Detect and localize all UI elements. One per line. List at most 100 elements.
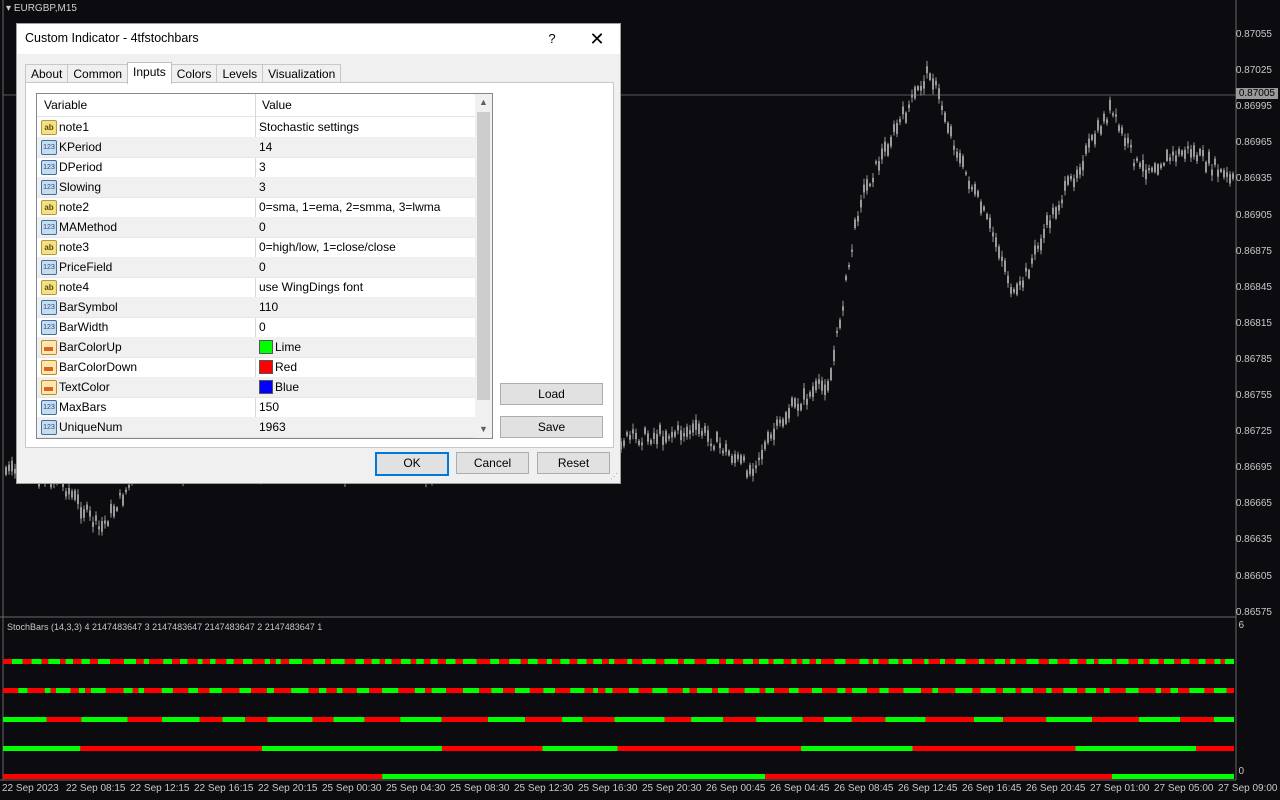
input-row-note2[interactable]: ab note2 0=sma, 1=ema, 2=smma, 3=lwma: [37, 197, 475, 218]
input-value[interactable]: 150: [259, 397, 279, 417]
price-tick-label: 0.86845: [1235, 281, 1272, 293]
input-value[interactable]: 1963: [259, 417, 286, 437]
input-name: MaxBars: [59, 400, 107, 414]
stochbar-segment: [302, 659, 314, 664]
input-value[interactable]: 110: [259, 297, 278, 317]
input-row-uniquenum[interactable]: 123 UniqueNum 1963: [37, 417, 475, 438]
resize-grip-icon[interactable]: ⋰: [610, 472, 618, 481]
stochbar-segment: [60, 659, 66, 664]
input-value[interactable]: Stochastic settings: [259, 117, 359, 137]
candle-body: [11, 460, 13, 472]
candle-body: [896, 122, 898, 134]
candle-body: [923, 81, 925, 89]
stochbar-segment: [823, 717, 852, 722]
stochbar-segment: [1180, 717, 1214, 722]
scroll-down-icon[interactable]: ▼: [475, 421, 492, 438]
stochbar-segment: [719, 659, 726, 664]
stochbar-segment: [423, 659, 431, 664]
input-row-barcolordown[interactable]: BarColorDown Red: [37, 357, 475, 378]
color-swatch[interactable]: [259, 380, 273, 394]
reset-button[interactable]: Reset: [537, 452, 610, 474]
stochbar-segment: [291, 688, 309, 693]
input-row-mamethod[interactable]: 123 MAMethod 0: [37, 217, 475, 238]
input-row-textcolor[interactable]: TextColor Blue: [37, 377, 475, 398]
tab-inputs[interactable]: Inputs: [127, 62, 172, 84]
candle-body: [695, 419, 697, 430]
candle-body: [77, 494, 79, 505]
color-swatch[interactable]: [259, 340, 273, 354]
input-row-note4[interactable]: ab note4 use WingDings font: [37, 277, 475, 298]
scroll-up-icon[interactable]: ▲: [475, 94, 492, 111]
column-header-variable[interactable]: Variable: [37, 94, 87, 116]
string-type-icon: ab: [41, 120, 57, 135]
input-value[interactable]: 0=high/low, 1=close/close: [259, 237, 396, 257]
stochbar-segment: [1086, 659, 1095, 664]
string-type-icon: ab: [41, 280, 57, 295]
input-row-barcolorup[interactable]: BarColorUp Lime: [37, 337, 475, 358]
load-button[interactable]: Load: [500, 383, 603, 405]
tab-about[interactable]: About: [25, 64, 69, 83]
candle-body: [941, 105, 943, 110]
stochbar-segment: [162, 717, 200, 722]
input-value[interactable]: 14: [259, 137, 272, 157]
input-value[interactable]: Blue: [275, 377, 299, 397]
input-row-note1[interactable]: ab note1 Stochastic settings: [37, 117, 475, 138]
stochbar-segment: [41, 659, 49, 664]
candle-body: [845, 275, 847, 281]
input-value[interactable]: 3: [259, 157, 266, 177]
input-value[interactable]: 0: [259, 257, 266, 277]
candle-body: [1214, 158, 1216, 165]
candle-body: [920, 85, 922, 91]
close-icon[interactable]: ✕: [583, 28, 611, 50]
input-row-kperiod[interactable]: 123 KPeriod 14: [37, 137, 475, 158]
stochbar-segment: [809, 659, 816, 664]
price-axis[interactable]: 0.87055 0.87025 0.86995 0.86965 0.86935 0.869…: [1235, 0, 1280, 620]
integer-type-icon: 123: [41, 420, 57, 435]
tab-visualization[interactable]: Visualization: [262, 64, 342, 83]
dialog-titlebar[interactable]: Custom Indicator - 4tfstochbars ? ✕: [17, 24, 620, 54]
input-row-barwidth[interactable]: 123 BarWidth 0: [37, 317, 475, 338]
candle-body: [1139, 163, 1141, 167]
column-header-value[interactable]: Value: [255, 94, 292, 116]
input-value[interactable]: Red: [275, 357, 297, 377]
stochbar-segment: [425, 688, 432, 693]
price-tick-label: 0.86605: [1235, 570, 1272, 582]
stochbar-segment: [773, 659, 784, 664]
inputs-grid[interactable]: Variable Value ab note1 Stochastic setting…: [36, 93, 493, 439]
stochbar-segment: [46, 717, 82, 722]
scroll-thumb[interactable]: [477, 112, 490, 400]
stochbar-segment: [1038, 659, 1049, 664]
input-row-slowing[interactable]: 123 Slowing 3: [37, 177, 475, 198]
stochbar-segment: [363, 659, 372, 664]
candle-body: [947, 122, 949, 133]
input-value[interactable]: use WingDings font: [259, 277, 363, 297]
input-value[interactable]: Lime: [275, 337, 301, 357]
input-value[interactable]: 0: [259, 317, 266, 337]
candle-body: [956, 151, 958, 158]
stochbar-segment: [768, 659, 774, 664]
collapse-arrow-icon[interactable]: ▾: [6, 3, 14, 14]
input-value[interactable]: 3: [259, 177, 266, 197]
candle-body: [674, 431, 676, 437]
help-button[interactable]: ?: [540, 28, 564, 50]
price-tick-label: 0.86905: [1235, 209, 1272, 221]
input-row-pricefield[interactable]: 123 PriceField 0: [37, 257, 475, 278]
input-row-barsymbol[interactable]: 123 BarSymbol 110: [37, 297, 475, 318]
stochbar-segment: [932, 688, 939, 693]
tab-levels[interactable]: Levels: [216, 64, 264, 83]
input-row-maxbars[interactable]: 123 MaxBars 150: [37, 397, 475, 418]
input-value[interactable]: 0=sma, 1=ema, 2=smma, 3=lwma: [259, 197, 440, 217]
tab-common[interactable]: Common: [67, 64, 129, 83]
save-button[interactable]: Save: [500, 416, 603, 438]
input-value[interactable]: 0: [259, 217, 266, 237]
price-tick-label: 0.86935: [1235, 173, 1272, 185]
color-swatch[interactable]: [259, 360, 273, 374]
grid-scrollbar[interactable]: ▲ ▼: [475, 94, 492, 438]
stochbar-segment: [476, 659, 491, 664]
tab-colors[interactable]: Colors: [170, 64, 218, 83]
cancel-button[interactable]: Cancel: [456, 452, 529, 474]
stochbar-segment: [308, 688, 319, 693]
input-row-note3[interactable]: ab note3 0=high/low, 1=close/close: [37, 237, 475, 258]
input-row-dperiod[interactable]: 123 DPeriod 3: [37, 157, 475, 178]
ok-button[interactable]: OK: [375, 452, 449, 476]
